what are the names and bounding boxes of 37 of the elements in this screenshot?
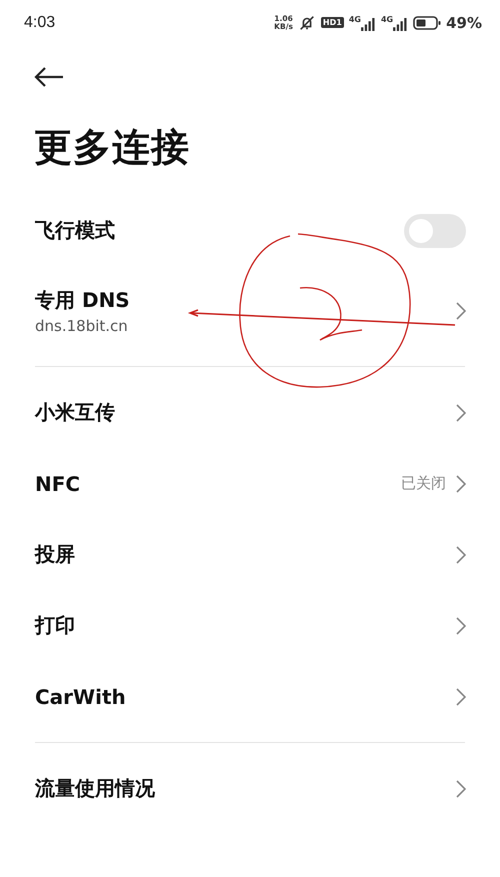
settings-row[interactable]: NFC 已关闭 <box>0 448 500 519</box>
settings-row[interactable]: 小米互传 <box>0 377 500 448</box>
clock-time: 4:03 <box>24 14 56 32</box>
chevron-icon <box>456 616 466 634</box>
chevron-icon <box>456 474 466 492</box>
row-label: 流量使用情况 <box>35 775 155 802</box>
row-label: 投屏 <box>35 541 75 568</box>
battery-icon <box>413 16 442 30</box>
row-label: 打印 <box>35 612 75 639</box>
settings-row[interactable]: 专用 DNS dns.18bit.cn <box>0 266 500 356</box>
settings-row[interactable]: 投屏 <box>0 519 500 590</box>
network-type-label: 4G <box>348 14 361 24</box>
settings-row[interactable]: 飞行模式 <box>0 195 500 266</box>
signal-icon <box>360 18 376 30</box>
network-type-label: 4G <box>380 14 394 24</box>
chevron-icon <box>456 546 466 564</box>
row-label: 专用 DNS <box>35 287 130 314</box>
settings-row[interactable]: CarWith <box>0 661 500 732</box>
settings-row[interactable]: 流量使用情况 <box>0 753 500 824</box>
chevron-icon <box>456 688 466 706</box>
toggle-switch[interactable] <box>404 214 466 248</box>
chevron-icon <box>456 780 466 798</box>
settings-row[interactable]: 打印 <box>0 590 500 661</box>
row-label: NFC <box>35 472 80 496</box>
row-label: 小米互传 <box>35 399 115 426</box>
battery-percent: 49% <box>446 14 482 32</box>
row-label: CarWith <box>35 684 126 708</box>
page-title: 更多连接 <box>33 124 191 171</box>
signal-icon <box>393 18 408 30</box>
row-label: 飞行模式 <box>35 217 115 244</box>
row-value: 已关闭 <box>401 474 446 493</box>
chevron-icon <box>456 302 466 320</box>
hd-badge: HD1 <box>320 17 344 28</box>
chevron-icon <box>456 404 466 422</box>
row-subtitle: dns.18bit.cn <box>35 317 128 335</box>
back-button[interactable] <box>34 66 66 88</box>
muted-bell-icon <box>298 14 316 32</box>
